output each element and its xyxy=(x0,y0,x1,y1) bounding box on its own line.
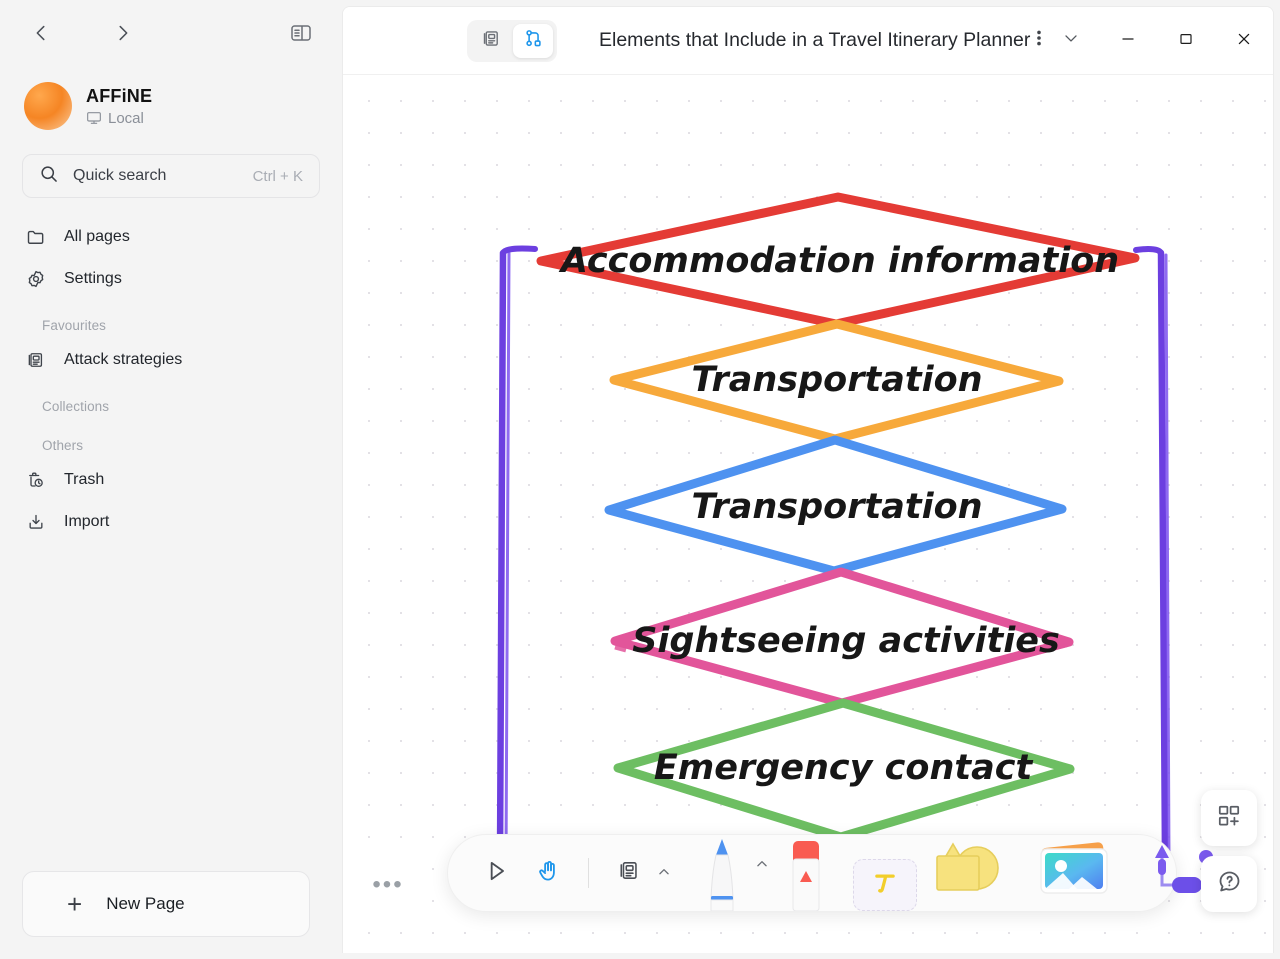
edgeless-mode-icon xyxy=(523,28,544,54)
back-button[interactable] xyxy=(22,14,60,52)
grid-plus-icon xyxy=(1216,803,1242,834)
cursor-arrow-icon xyxy=(483,858,509,889)
new-page-label: New Page xyxy=(106,894,185,913)
diamond-node-sightseeing-activities[interactable]: Sightseeing activities xyxy=(610,567,1074,708)
image-icon xyxy=(1029,839,1121,906)
page-mode-icon xyxy=(481,28,502,54)
edgeless-canvas[interactable]: .dlbl { font-family: "DejaVu Sans", sans… xyxy=(343,75,1273,953)
chevron-down-icon xyxy=(1061,28,1081,53)
new-page-wrapper: + New Page xyxy=(22,871,310,937)
gear-icon xyxy=(26,269,46,289)
sidebar-item-label: Settings xyxy=(64,270,122,287)
search-shortcut: Ctrl + K xyxy=(252,167,303,185)
avatar xyxy=(24,82,72,130)
search-icon xyxy=(39,164,59,189)
note-icon xyxy=(617,858,642,888)
chevron-left-icon xyxy=(30,22,52,44)
workspace-sublabel: Local xyxy=(86,110,152,127)
close-icon xyxy=(1236,31,1252,52)
title-more-button[interactable] xyxy=(1031,27,1047,54)
main-window: Elements that Include in a Travel Itiner… xyxy=(342,6,1274,953)
diamond-label: Transportation xyxy=(691,487,982,527)
section-title-favourites: Favourites xyxy=(42,318,107,333)
sidebar-toggle-button[interactable] xyxy=(282,14,320,52)
pen-tool[interactable] xyxy=(693,833,751,912)
page-mode-button[interactable] xyxy=(471,24,511,58)
sidebar-nav-row xyxy=(0,0,342,66)
sidebar: AFFiNE Local Quick search Ctrl + K All p… xyxy=(0,0,342,959)
search-input[interactable]: Quick search Ctrl + K xyxy=(22,154,320,198)
diamond-node-transportation-1[interactable]: Transportation xyxy=(609,319,1064,444)
eraser-tool[interactable] xyxy=(781,833,839,912)
section-title-collections: Collections xyxy=(42,399,110,414)
text-t-icon xyxy=(870,868,900,903)
plus-icon: + xyxy=(67,889,83,919)
ellipsis-icon: ••• xyxy=(372,871,404,898)
sidebar-item-all-pages[interactable]: All pages xyxy=(16,216,326,258)
sidebar-toggle-icon xyxy=(289,21,313,45)
hand-icon xyxy=(535,857,562,889)
pen-tool-chevron[interactable] xyxy=(755,857,769,874)
minimize-icon xyxy=(1120,31,1136,52)
import-icon xyxy=(26,512,46,532)
sidebar-item-attack-strategies[interactable]: Attack strategies xyxy=(16,339,326,381)
folder-icon xyxy=(26,227,46,247)
doc-icon xyxy=(26,350,46,370)
diamond-node-emergency-contact[interactable]: Emergency contact xyxy=(613,698,1075,842)
section-title-others: Others xyxy=(42,438,84,453)
add-template-button[interactable] xyxy=(1201,790,1257,846)
eraser-icon xyxy=(781,841,831,915)
toolbar-more-button[interactable]: ••• xyxy=(365,862,411,908)
chevron-right-icon xyxy=(112,22,134,44)
window-controls xyxy=(1099,7,1273,75)
trash-clock-icon xyxy=(26,470,46,490)
vertical-dots-icon xyxy=(1031,27,1047,54)
text-tool[interactable] xyxy=(853,859,917,911)
sidebar-item-settings[interactable]: Settings xyxy=(16,258,326,300)
search-placeholder: Quick search xyxy=(73,167,167,184)
sidebar-item-label: Attack strategies xyxy=(64,351,183,368)
diagram-group[interactable]: .dlbl { font-family: "DejaVu Sans", sans… xyxy=(343,75,1273,953)
help-button[interactable] xyxy=(1201,856,1257,912)
diamond-node-accommodation-information[interactable]: Accommodation information xyxy=(536,192,1140,329)
close-button[interactable] xyxy=(1215,7,1273,75)
note-tool-chevron[interactable] xyxy=(657,865,671,882)
new-page-button[interactable]: + New Page xyxy=(22,871,310,937)
workspace-selector[interactable]: AFFiNE Local xyxy=(0,72,342,130)
diamond-label: Transportation xyxy=(691,360,982,400)
sidebar-item-label: Trash xyxy=(64,471,105,488)
minimize-button[interactable] xyxy=(1099,7,1157,75)
diamond-label: Accommodation information xyxy=(558,241,1119,281)
edgeless-mode-button[interactable] xyxy=(513,23,553,58)
workspace-sublabel-text: Local xyxy=(108,109,144,127)
sidebar-item-label: All pages xyxy=(64,228,130,245)
hand-tool[interactable] xyxy=(526,851,570,895)
edgeless-toolbar xyxy=(447,833,1213,912)
diamond-label: Sightseeing activities xyxy=(632,621,1060,661)
question-bubble-icon xyxy=(1216,868,1243,900)
select-tool[interactable] xyxy=(474,851,518,895)
desktop-icon xyxy=(86,110,102,126)
workspace-name: AFFiNE xyxy=(86,85,153,106)
sidebar-item-trash[interactable]: Trash xyxy=(16,459,326,501)
sidebar-item-label: Import xyxy=(64,513,110,530)
page-title[interactable]: Elements that Include in a Travel Itiner… xyxy=(599,29,1030,52)
forward-button[interactable] xyxy=(104,14,142,52)
mode-toggle xyxy=(467,19,557,62)
diamond-label: Emergency contact xyxy=(654,748,1034,788)
sidebar-list: All pages Settings Favourites Attack str… xyxy=(0,216,342,543)
shape-tool[interactable] xyxy=(923,833,1019,911)
maximize-icon xyxy=(1178,31,1194,52)
sidebar-item-import[interactable]: Import xyxy=(16,501,326,543)
titlebar: Elements that Include in a Travel Itiner… xyxy=(343,7,1273,75)
toolbar-separator xyxy=(588,858,589,888)
pen-icon xyxy=(693,839,751,915)
floating-buttons xyxy=(1201,790,1257,912)
diamond-node-transportation-2[interactable]: Transportation xyxy=(604,435,1067,576)
maximize-button[interactable] xyxy=(1157,7,1215,75)
title-dropdown-button[interactable] xyxy=(1061,28,1081,53)
image-tool[interactable] xyxy=(1025,833,1125,911)
shapes-icon xyxy=(927,836,1015,909)
note-tool[interactable] xyxy=(607,851,651,895)
